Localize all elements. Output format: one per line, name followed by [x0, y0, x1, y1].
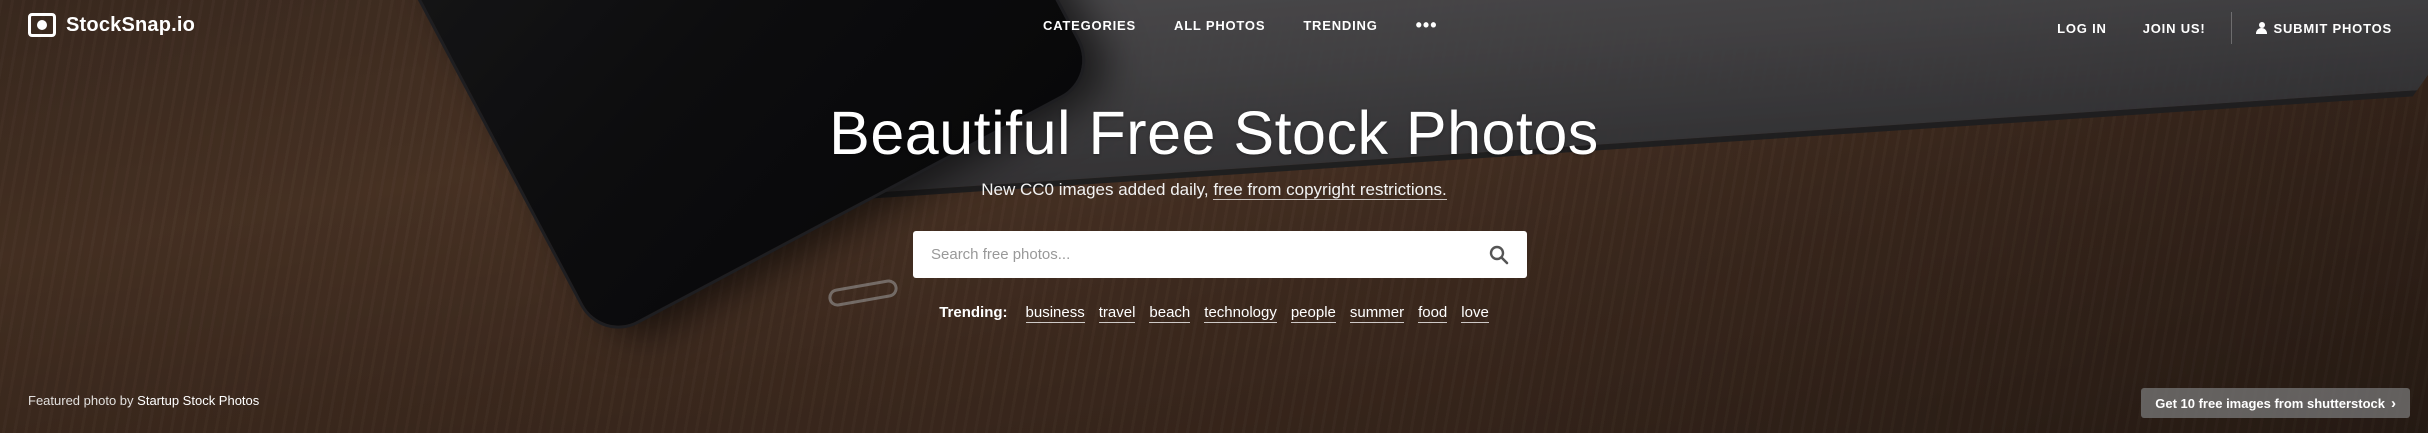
- nav-right: LOG IN JOIN US! SUBMIT PHOTOS: [2057, 12, 2428, 44]
- search-bar: [913, 231, 1527, 278]
- brand-logo[interactable]: StockSnap.io: [28, 13, 195, 37]
- search-icon: [1489, 245, 1509, 264]
- nav-all-photos[interactable]: ALL PHOTOS: [1174, 18, 1265, 33]
- trending-tag[interactable]: travel: [1098, 304, 1136, 323]
- search-button[interactable]: [1471, 231, 1527, 278]
- photo-credit: Featured photo by Startup Stock Photos: [28, 393, 259, 408]
- trending-tag[interactable]: love: [1461, 304, 1489, 323]
- nav-categories[interactable]: CATEGORIES: [1043, 18, 1136, 33]
- submit-photos-label: SUBMIT PHOTOS: [2273, 20, 2392, 36]
- chevron-right-icon: ›: [2391, 394, 2396, 412]
- trending-tag[interactable]: people: [1290, 304, 1336, 323]
- trending-tag[interactable]: summer: [1349, 304, 1405, 323]
- photo-credit-prefix: Featured photo by: [28, 393, 134, 408]
- join-link[interactable]: JOIN US!: [2143, 21, 2206, 36]
- more-menu-icon[interactable]: •••: [1416, 16, 1438, 34]
- photo-credit-author[interactable]: Startup Stock Photos: [137, 393, 259, 408]
- trending-tag[interactable]: technology: [1204, 304, 1277, 323]
- hero-overlay: [0, 0, 2428, 433]
- brand-name: StockSnap.io: [66, 13, 196, 36]
- trending-tag[interactable]: food: [1418, 304, 1448, 323]
- submit-photos-link[interactable]: SUBMIT PHOTOS: [2256, 21, 2392, 36]
- trending-tags: Trending: business travel beach technolo…: [0, 304, 2428, 323]
- nav-divider: [2231, 12, 2233, 44]
- camera-icon: [28, 13, 56, 37]
- user-icon: [2256, 22, 2268, 34]
- trending-label: Trending:: [939, 304, 1008, 321]
- promo-label: Get 10 free images from shutterstock: [2155, 395, 2385, 411]
- hero-subtitle: New CC0 images added daily, free from co…: [0, 180, 2428, 200]
- hero-subtitle-text: New CC0 images added daily,: [981, 180, 1209, 199]
- hero-title: Beautiful Free Stock Photos: [829, 99, 1599, 167]
- nav-center: CATEGORIES ALL PHOTOS TRENDING •••: [1043, 16, 1438, 34]
- search-input[interactable]: [913, 231, 1471, 278]
- trending-tag[interactable]: business: [1025, 304, 1085, 323]
- copyright-link[interactable]: free from copyright restrictions.: [1213, 180, 1447, 200]
- nav-trending[interactable]: TRENDING: [1303, 18, 1377, 33]
- login-link[interactable]: LOG IN: [2057, 21, 2107, 36]
- trending-tag[interactable]: beach: [1149, 304, 1191, 323]
- shutterstock-promo-button[interactable]: Get 10 free images from shutterstock ›: [2141, 388, 2410, 418]
- top-nav: StockSnap.io CATEGORIES ALL PHOTOS TREND…: [0, 0, 2428, 54]
